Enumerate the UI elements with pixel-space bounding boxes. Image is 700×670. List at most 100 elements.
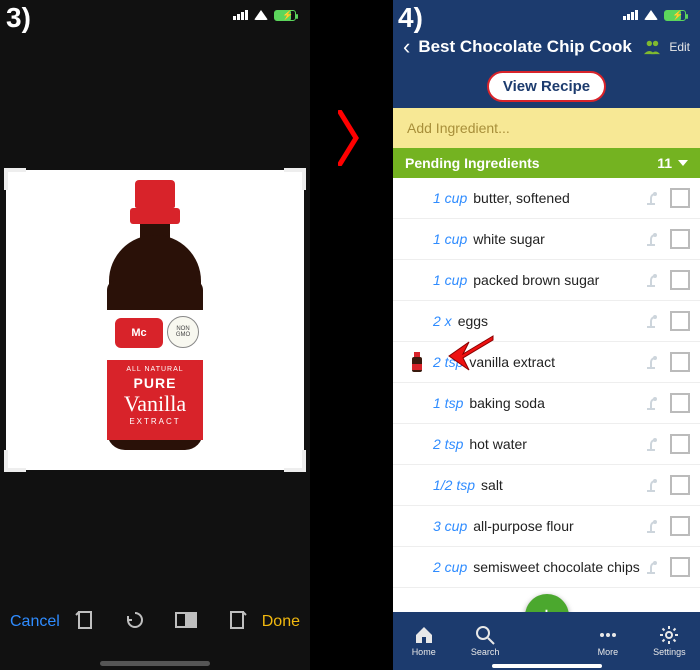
ingredient-checkbox[interactable] xyxy=(670,188,690,208)
status-bar: ⚡ xyxy=(0,0,310,30)
microscope-icon[interactable] xyxy=(642,394,660,412)
photo-crop-area[interactable]: Mc NONGMO ALL NATURAL PURE Vanilla EXTRA… xyxy=(0,170,310,470)
search-icon xyxy=(475,625,495,645)
tab-more-label: More xyxy=(598,647,619,657)
ingredient-row[interactable]: 1 cuppacked brown sugar xyxy=(393,260,700,301)
gear-icon xyxy=(659,625,679,645)
brand-logo: Mc xyxy=(115,318,163,348)
reset-icon[interactable] xyxy=(125,610,145,635)
ingredient-row[interactable]: 3 cup all-purpose flour xyxy=(393,506,700,547)
tab-home[interactable]: Home xyxy=(393,612,454,670)
ingredient-row[interactable]: 2 xeggs xyxy=(393,301,700,342)
microscope-icon[interactable] xyxy=(642,312,660,330)
aspect-ratio-icon[interactable] xyxy=(175,612,197,633)
add-ingredient-input[interactable]: Add Ingredient... xyxy=(393,108,700,148)
ingredient-name: white sugar xyxy=(473,231,642,247)
pending-ingredients-header[interactable]: Pending Ingredients 11 xyxy=(393,148,700,178)
ingredient-row[interactable]: 2 tspvanilla extract xyxy=(393,342,700,383)
ingredient-row[interactable]: 1 cup white sugar xyxy=(393,219,700,260)
crop-toolbar: Cancel Done xyxy=(0,594,310,650)
app-header: ⚡ ‹ Best Chocolate Chip Cook Edit View R… xyxy=(393,0,700,108)
label-all-natural: ALL NATURAL xyxy=(107,366,203,373)
non-gmo-badge: NONGMO xyxy=(167,316,199,348)
page-title: Best Chocolate Chip Cook xyxy=(418,37,635,57)
ingredient-name: butter, softened xyxy=(473,190,642,206)
ingredient-thumb xyxy=(407,268,427,292)
tab-add-spacer xyxy=(516,612,577,670)
rotate-left-icon[interactable] xyxy=(75,610,95,635)
wifi-icon xyxy=(644,10,658,20)
flip-icon[interactable] xyxy=(227,610,247,635)
label-vanilla: Vanilla xyxy=(107,391,203,417)
pending-count: 11 xyxy=(657,155,672,171)
microscope-icon[interactable] xyxy=(642,476,660,494)
home-indicator[interactable] xyxy=(100,661,210,666)
ingredient-checkbox[interactable] xyxy=(670,434,690,454)
ingredient-row[interactable]: 1 tspbaking soda xyxy=(393,383,700,424)
ingredient-checkbox[interactable] xyxy=(670,311,690,331)
microscope-icon[interactable] xyxy=(642,353,660,371)
ingredient-row[interactable]: 2 tsp hot water xyxy=(393,424,700,465)
microscope-icon[interactable] xyxy=(642,271,660,289)
step-label-3: 3) xyxy=(6,2,31,34)
view-recipe-button[interactable]: View Recipe xyxy=(487,71,606,102)
wifi-icon xyxy=(254,10,268,20)
crop-handle-tr[interactable] xyxy=(284,168,306,190)
home-icon xyxy=(414,625,434,645)
ingredient-thumb xyxy=(407,514,427,538)
chevron-down-icon xyxy=(678,160,688,166)
ingredient-name: packed brown sugar xyxy=(473,272,642,288)
signal-icon xyxy=(623,10,638,20)
ingredient-checkbox[interactable] xyxy=(670,557,690,577)
ingredient-qty: 2 x xyxy=(433,313,452,329)
label-extract: EXTRACT xyxy=(107,417,203,426)
signal-icon xyxy=(233,10,248,20)
done-button[interactable]: Done xyxy=(262,613,300,631)
ingredient-name: semisweet chocolate chips xyxy=(473,559,642,575)
ingredient-thumb xyxy=(407,186,427,210)
ingredient-thumb xyxy=(407,432,427,456)
ingredient-row[interactable]: 1/2 tspsalt xyxy=(393,465,700,506)
cancel-button[interactable]: Cancel xyxy=(10,613,60,631)
edit-button[interactable]: Edit xyxy=(669,40,690,54)
ingredient-qty: 2 tsp xyxy=(433,436,463,452)
microscope-icon[interactable] xyxy=(642,189,660,207)
ingredient-checkbox[interactable] xyxy=(670,229,690,249)
ingredient-row[interactable]: 1 cupbutter, softened xyxy=(393,178,700,219)
tab-search[interactable]: Search xyxy=(454,612,515,670)
microscope-icon[interactable] xyxy=(642,517,660,535)
ingredient-checkbox[interactable] xyxy=(670,352,690,372)
ingredient-qty: 1 tsp xyxy=(433,395,463,411)
label-pure: PURE xyxy=(107,375,203,391)
ingredient-checkbox[interactable] xyxy=(670,475,690,495)
back-button[interactable]: ‹ xyxy=(403,34,410,60)
ingredient-row[interactable]: 2 cup semisweet chocolate chips xyxy=(393,547,700,588)
ingredient-name: salt xyxy=(481,477,642,493)
crop-frame[interactable]: Mc NONGMO ALL NATURAL PURE Vanilla EXTRA… xyxy=(6,170,304,470)
tab-settings-label: Settings xyxy=(653,647,686,657)
microscope-icon[interactable] xyxy=(642,558,660,576)
ingredient-qty: 2 cup xyxy=(433,559,467,575)
ingredient-qty: 1 cup xyxy=(433,231,467,247)
crop-handle-br[interactable] xyxy=(284,450,306,472)
ingredient-checkbox[interactable] xyxy=(670,393,690,413)
ingredient-name: all-purpose flour xyxy=(473,518,642,534)
microscope-icon[interactable] xyxy=(642,230,660,248)
tab-settings[interactable]: Settings xyxy=(639,612,700,670)
tab-bar: Home Search More Settings xyxy=(393,612,700,670)
ingredient-checkbox[interactable] xyxy=(670,516,690,536)
crop-handle-bl[interactable] xyxy=(4,450,26,472)
crop-handle-tl[interactable] xyxy=(4,168,26,190)
step-label-4: 4) xyxy=(398,2,423,34)
callout-arrow-icon xyxy=(445,332,495,375)
ingredient-qty: 3 cup xyxy=(433,518,467,534)
ingredient-thumb xyxy=(407,227,427,251)
home-indicator[interactable] xyxy=(492,664,602,668)
microscope-icon[interactable] xyxy=(642,435,660,453)
ingredient-checkbox[interactable] xyxy=(670,270,690,290)
ingredient-name: hot water xyxy=(469,436,642,452)
tab-more[interactable]: More xyxy=(577,612,638,670)
people-icon[interactable] xyxy=(643,39,661,55)
product-image: Mc NONGMO ALL NATURAL PURE Vanilla EXTRA… xyxy=(85,180,225,460)
transition-arrow-icon xyxy=(338,110,360,171)
